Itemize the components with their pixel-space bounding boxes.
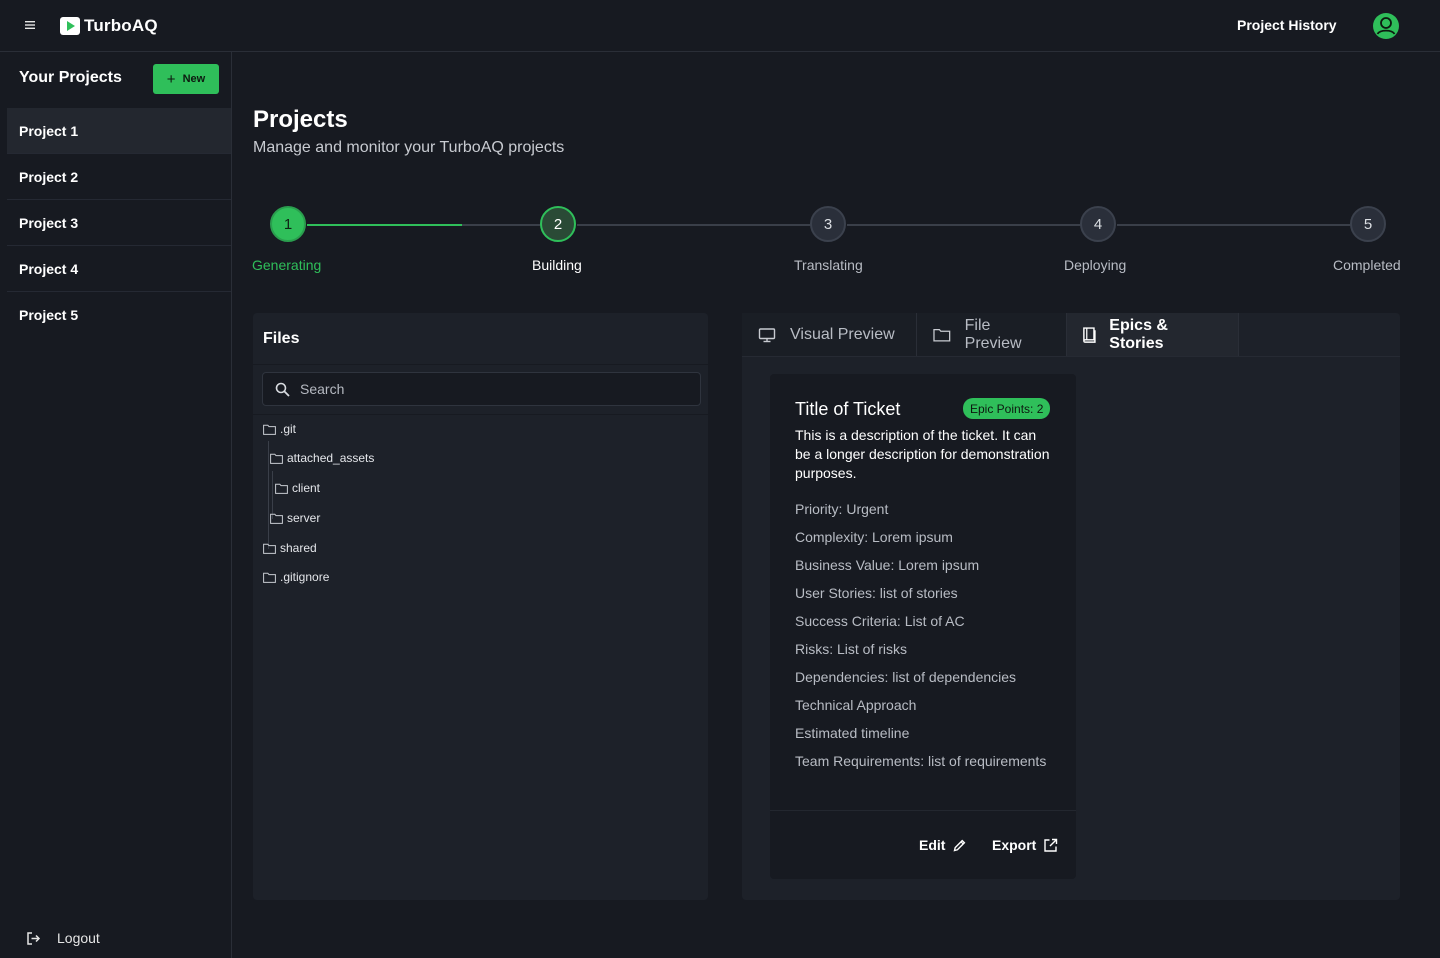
page-title: Projects [253, 106, 348, 133]
sidebar-item-project-1[interactable]: Project 1 [7, 108, 231, 154]
tab-file-preview[interactable]: File Preview [917, 313, 1067, 356]
ticket-field-success-criteria: Success Criteria: List of AC [795, 613, 965, 629]
new-project-label: New [182, 73, 206, 85]
step-1-circle: 1 [270, 206, 306, 242]
ticket-field-user-stories: User Stories: list of stories [795, 585, 958, 601]
project-list: Project 1 Project 2 Project 3 Project 4 … [7, 108, 231, 338]
sidebar-item-project-5[interactable]: Project 5 [7, 292, 231, 338]
edit-button[interactable]: Edit [919, 837, 967, 853]
page-subtitle: Manage and monitor your TurboAQ projects [253, 139, 565, 156]
tabs-divider [742, 356, 1400, 357]
progress-stepper: 1 2 3 4 5 Generating Building Translatin… [232, 202, 1440, 282]
user-avatar-icon[interactable] [1372, 12, 1400, 40]
ticket-card: Title of Ticket Epic Points: 2 This is a… [770, 374, 1076, 879]
file-search-input[interactable] [300, 381, 680, 397]
tree-item-label: client [292, 481, 321, 495]
ticket-title: Title of Ticket [795, 399, 901, 419]
step-connector-4 [1117, 224, 1352, 226]
tab-label: File Preview [964, 316, 1022, 352]
top-bar: TurboAQ Project History [0, 0, 1440, 52]
book-icon [1083, 326, 1096, 343]
tree-item-gitignore[interactable]: .gitignore [263, 570, 329, 584]
sidebar-item-project-3[interactable]: Project 3 [7, 200, 231, 246]
step-2-label: Building [532, 257, 582, 273]
search-icon [275, 382, 290, 397]
step-5-label: Completed [1333, 257, 1401, 273]
tab-epics-stories[interactable]: Epics & Stories [1067, 313, 1239, 356]
step-5-circle: 5 [1350, 206, 1386, 242]
export-label: Export [992, 837, 1037, 853]
tree-item-git[interactable]: .git [263, 422, 296, 436]
tab-label: Visual Preview [790, 325, 895, 343]
export-button[interactable]: Export [992, 837, 1058, 853]
logo-play-icon [60, 17, 80, 35]
external-link-icon [1044, 838, 1058, 852]
ticket-field-complexity: Complexity: Lorem ipsum [795, 529, 953, 545]
tree-item-label: .gitignore [280, 570, 330, 584]
step-connector-1b [462, 224, 542, 226]
folder-icon [263, 572, 276, 583]
file-tree: .git attached_assets client server share… [253, 414, 708, 584]
edit-label: Edit [919, 837, 946, 853]
files-panel: Files .git attached_assets client [253, 313, 708, 900]
project-history-link[interactable]: Project History [1237, 17, 1337, 33]
tab-visual-preview[interactable]: Visual Preview [742, 313, 917, 356]
step-1-label: Generating [252, 257, 322, 273]
sidebar-title: Your Projects [19, 69, 122, 86]
tree-item-label: .git [280, 422, 297, 436]
monitor-icon [758, 327, 776, 342]
folder-icon [270, 513, 283, 524]
step-4-label: Deploying [1064, 257, 1127, 273]
folder-icon [933, 328, 951, 342]
step-3-label: Translating [794, 257, 863, 273]
folder-icon [270, 453, 283, 464]
pencil-icon [954, 839, 966, 851]
new-project-button[interactable]: + New [153, 64, 219, 94]
tab-label: Epics & Stories [1109, 316, 1168, 352]
files-title: Files [253, 313, 708, 365]
folder-icon [263, 543, 276, 554]
tree-item-attached-assets[interactable]: attached_assets [270, 451, 374, 465]
ticket-field-risks: Risks: List of risks [795, 641, 908, 657]
step-connector-1 [307, 224, 462, 226]
projects-sidebar: Your Projects + New Project 1 Project 2 … [0, 52, 232, 958]
logout-label: Logout [57, 930, 100, 946]
epic-points-badge: Epic Points: 2 [963, 398, 1051, 419]
tree-item-label: server [287, 511, 321, 525]
step-2-circle: 2 [540, 206, 576, 242]
ticket-field-team-requirements: Team Requirements: list of requirements [795, 753, 1047, 769]
app-logo[interactable]: TurboAQ [60, 14, 158, 38]
step-connector-3 [847, 224, 1082, 226]
preview-tabs: Visual Preview File Preview Epics & Stor… [742, 313, 1239, 356]
tree-item-label: shared [280, 541, 317, 555]
logout-button[interactable]: Logout [26, 930, 100, 946]
hamburger-menu-icon[interactable] [22, 17, 38, 33]
folder-icon [263, 424, 276, 435]
tree-item-label: attached_assets [287, 451, 375, 465]
ticket-field-technical-approach: Technical Approach [795, 697, 917, 713]
tree-item-client[interactable]: client [275, 481, 320, 495]
ticket-field-priority: Priority: Urgent [795, 501, 889, 517]
ticket-field-dependencies: Dependencies: list of dependencies [795, 669, 1017, 685]
main-content: Projects Manage and monitor your TurboAQ… [232, 52, 1440, 958]
tree-item-shared[interactable]: shared [263, 541, 317, 555]
ticket-footer: Edit Export [770, 810, 1076, 879]
ticket-field-estimated-timeline: Estimated timeline [795, 725, 910, 741]
logout-icon [27, 931, 41, 945]
tree-guide-line [268, 441, 269, 549]
file-search-box[interactable] [262, 372, 701, 406]
sidebar-item-project-4[interactable]: Project 4 [7, 246, 231, 292]
step-connector-2 [577, 224, 812, 226]
sidebar-item-project-2[interactable]: Project 2 [7, 154, 231, 200]
plus-icon: + [166, 70, 176, 88]
app-name: TurboAQ [84, 16, 158, 35]
preview-panel: Visual Preview File Preview Epics & Stor… [742, 313, 1400, 900]
folder-icon [275, 483, 288, 494]
step-4-circle: 4 [1080, 206, 1116, 242]
tree-item-server[interactable]: server [270, 511, 320, 525]
ticket-description: This is a description of the ticket. It … [795, 427, 1050, 481]
step-3-circle: 3 [810, 206, 846, 242]
ticket-field-business-value: Business Value: Lorem ipsum [795, 557, 980, 573]
